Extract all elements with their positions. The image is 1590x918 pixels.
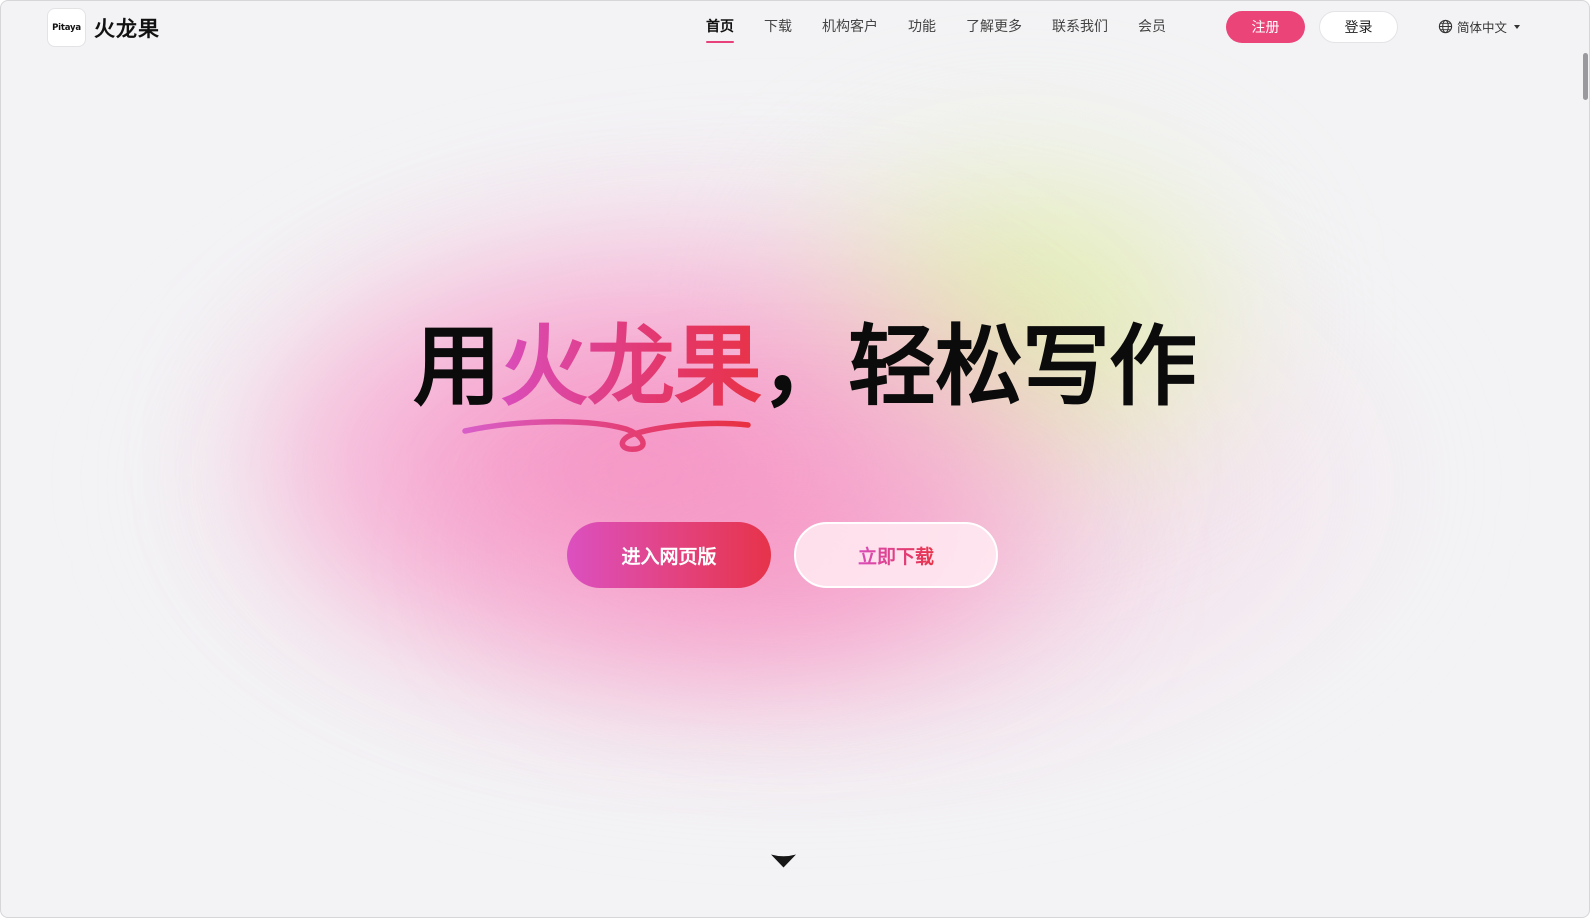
browser-page: Pitaya 火龙果 首页 下载 机构客户 功能 了解更多 联系我们 会员 注册…	[0, 0, 1590, 918]
chevron-down-icon[interactable]	[770, 853, 797, 869]
logo-text: Pitaya	[52, 22, 81, 33]
nav-item-contact[interactable]: 联系我们	[1052, 16, 1108, 36]
page-scrollbar[interactable]	[1583, 53, 1589, 917]
nav-item-home[interactable]: 首页	[706, 16, 734, 43]
main-nav: 首页 下载 机构客户 功能 了解更多 联系我们 会员	[706, 16, 1196, 43]
hand-drawn-underline	[462, 418, 751, 452]
nav-item-features[interactable]: 功能	[908, 16, 936, 36]
hero-title: 用火龙果，轻松写作	[413, 315, 1197, 418]
brand-name[interactable]: 火龙果	[94, 13, 160, 43]
language-label: 简体中文	[1457, 20, 1508, 35]
web-version-button[interactable]: 进入网页版	[567, 522, 771, 588]
globe-icon	[1438, 19, 1453, 34]
download-now-label: 立即下载	[858, 542, 934, 569]
download-now-button[interactable]: 立即下载	[794, 522, 998, 588]
caret-down-icon	[1514, 24, 1521, 29]
register-button[interactable]: 注册	[1226, 11, 1305, 43]
background-glow-outer	[141, 161, 1441, 761]
hero-title-accent: 火龙果	[500, 315, 762, 418]
nav-item-download[interactable]: 下载	[764, 16, 792, 36]
logo[interactable]: Pitaya	[48, 9, 85, 46]
site-header: Pitaya 火龙果 首页 下载 机构客户 功能 了解更多 联系我们 会员 注册…	[1, 1, 1589, 53]
hero-title-prefix: 用	[413, 315, 501, 418]
nav-item-enterprise[interactable]: 机构客户	[822, 16, 878, 36]
nav-item-learn-more[interactable]: 了解更多	[966, 16, 1022, 36]
login-button[interactable]: 登录	[1319, 11, 1398, 43]
language-selector[interactable]: 简体中文	[1438, 17, 1521, 36]
hero-title-suffix: ，轻松写作	[761, 315, 1197, 418]
scrollbar-thumb[interactable]	[1583, 53, 1588, 100]
nav-item-membership[interactable]: 会员	[1138, 16, 1166, 36]
